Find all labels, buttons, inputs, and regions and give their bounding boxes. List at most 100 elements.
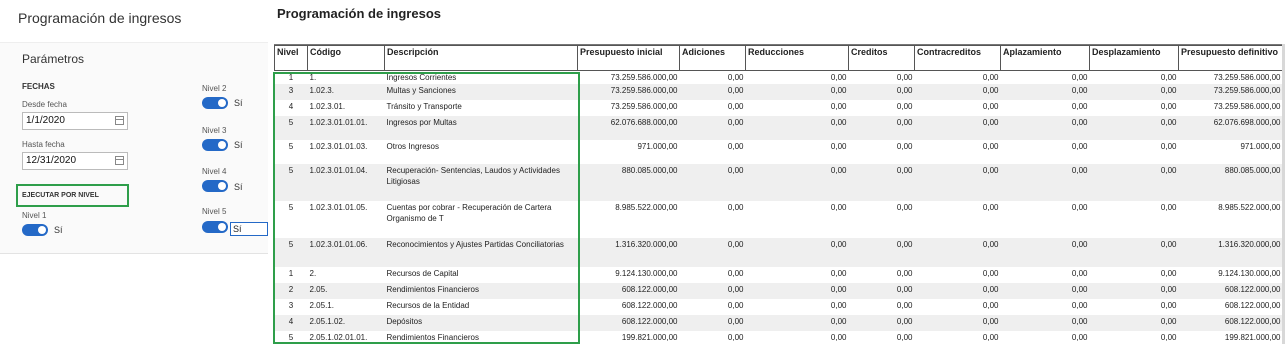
calendar-icon[interactable] bbox=[115, 156, 124, 165]
cell-creditos: 0,00 bbox=[848, 84, 915, 100]
cell-definitivo: 73.259.586.000,00 bbox=[1213, 102, 1281, 111]
nivel-3-toggle[interactable] bbox=[202, 139, 228, 151]
cell-nivel: 3 bbox=[288, 301, 294, 310]
nivel-1-toggle[interactable] bbox=[22, 224, 48, 236]
cell-aplazamiento: 0,00 bbox=[1000, 84, 1090, 100]
cell-descripcion: Recuperación- Sentencias, Laudos y Activ… bbox=[384, 164, 578, 201]
cell-definitivo: 608.122.000,00 bbox=[1178, 283, 1282, 299]
cell-aplazamiento: 0,00 bbox=[1071, 73, 1088, 82]
cell-nivel: 5 bbox=[288, 203, 294, 212]
col-header-adiciones: Adiciones bbox=[679, 45, 746, 71]
cell-creditos: 0,00 bbox=[896, 269, 913, 278]
cell-desplazamiento: 0,00 bbox=[1089, 238, 1179, 267]
nivel-2-label: Nivel 2 bbox=[202, 84, 227, 93]
cell-inicial: 73.259.586.000,00 bbox=[610, 73, 678, 82]
cell-reducciones: 0,00 bbox=[830, 333, 847, 342]
cell-creditos: 0,00 bbox=[848, 283, 915, 299]
nivel-4-label: Nivel 4 bbox=[202, 167, 227, 176]
cell-nivel: 4 bbox=[288, 102, 294, 111]
cell-adiciones: 0,00 bbox=[727, 301, 744, 310]
cell-adiciones: 0,00 bbox=[727, 203, 744, 212]
nivel-4-toggle[interactable] bbox=[202, 180, 228, 192]
cell-desplazamiento: 0,00 bbox=[1160, 269, 1177, 278]
cell-nivel: 5 bbox=[288, 333, 294, 342]
cell-descripcion: Ingresos Corrientes bbox=[386, 73, 457, 82]
table-row[interactable]: 5 1.02.3.01.01.03. Otros Ingresos 971.000,0… bbox=[275, 140, 1283, 164]
cell-creditos: 0,00 bbox=[896, 142, 913, 151]
cell-definitivo: 8.985.522.000,00 bbox=[1218, 203, 1281, 212]
cell-codigo: 1.02.3.01.01.03. bbox=[309, 142, 368, 151]
cell-definitivo: 73.259.586.000,00 bbox=[1213, 73, 1281, 82]
nivel-2-value: Sí bbox=[234, 98, 243, 108]
cell-inicial: 1.316.320.000,00 bbox=[577, 238, 680, 267]
report-table-container[interactable]: Nivel Código Descripción Presupuesto ini… bbox=[274, 44, 1282, 345]
cell-definitivo: 62.076.698.000,00 bbox=[1178, 116, 1282, 140]
nivel-3-value: Sí bbox=[234, 140, 243, 150]
cell-descripcion: Reconocimientos y Ajustes Partidas Conci… bbox=[384, 238, 578, 267]
cell-definitivo: 199.821.000,00 bbox=[1224, 333, 1281, 342]
cell-inicial: 73.259.586.000,00 bbox=[577, 84, 680, 100]
cell-descripcion: Tránsito y Transporte bbox=[386, 102, 462, 111]
cell-codigo: 2.05.1.02.01.01. bbox=[309, 333, 368, 342]
table-row[interactable]: 4 1.02.3.01. Tránsito y Transporte 73.259.5… bbox=[275, 100, 1283, 116]
table-row[interactable]: 5 1.02.3.01.01.05. Cuentas por cobrar - Re… bbox=[275, 201, 1283, 238]
calendar-icon[interactable] bbox=[115, 116, 124, 125]
cell-reducciones: 0,00 bbox=[745, 116, 849, 140]
cell-creditos: 0,00 bbox=[848, 116, 915, 140]
col-header-desplazamiento: Desplazamiento bbox=[1089, 45, 1179, 71]
cell-descripcion: Rendimientos Financieros bbox=[386, 333, 480, 342]
nivel-5-toggle[interactable] bbox=[202, 221, 228, 233]
cell-creditos: 0,00 bbox=[896, 301, 913, 310]
cell-creditos: 0,00 bbox=[848, 238, 915, 267]
table-row[interactable]: 4 2.05.1.02. Depósitos 608.122.000,00 0,00 0,… bbox=[274, 315, 1282, 331]
cell-inicial: 971.000,00 bbox=[637, 142, 678, 151]
cell-reducciones: 0,00 bbox=[745, 283, 849, 299]
col-header-contracreditos: Contracreditos bbox=[914, 45, 1001, 71]
nivel-1-label: Nivel 1 bbox=[22, 211, 47, 220]
hasta-fecha-input[interactable]: 12/31/2020 bbox=[22, 152, 128, 170]
table-row[interactable]: 3 1.02.3. Multas y Sanciones 73.259.586.000… bbox=[274, 84, 1282, 100]
fechas-label: FECHAS bbox=[22, 82, 55, 91]
cell-contracreditos: 0,00 bbox=[914, 283, 1001, 299]
cell-aplazamiento: 0,00 bbox=[1000, 315, 1090, 331]
cell-contracreditos: 0,00 bbox=[914, 116, 1001, 140]
cell-descripcion: Rendimientos Financieros bbox=[384, 283, 578, 299]
cell-codigo: 1.02.3.01.01.01. bbox=[307, 116, 385, 140]
cell-reducciones: 0,00 bbox=[745, 315, 849, 331]
table-row[interactable]: 2 2.05. Rendimientos Financieros 608.122.00… bbox=[274, 283, 1282, 299]
cell-definitivo: 608.122.000,00 bbox=[1224, 301, 1281, 310]
cell-descripcion: Multas y Sanciones bbox=[384, 84, 578, 100]
cell-desplazamiento: 0,00 bbox=[1160, 102, 1177, 111]
table-row[interactable]: 3 2.05.1. Recursos de la Entidad 608.122.00… bbox=[275, 299, 1283, 315]
table-row[interactable]: 1 1. Ingresos Corrientes 73.259.586.000,00 0… bbox=[275, 71, 1283, 85]
cell-adiciones: 0,00 bbox=[727, 269, 744, 278]
cell-creditos: 0,00 bbox=[848, 315, 915, 331]
cell-aplazamiento: 0,00 bbox=[1071, 301, 1088, 310]
cell-adiciones: 0,00 bbox=[679, 164, 746, 201]
cell-desplazamiento: 0,00 bbox=[1160, 333, 1177, 342]
cell-reducciones: 0,00 bbox=[830, 102, 847, 111]
cell-inicial: 9.124.130.000,00 bbox=[615, 269, 678, 278]
cell-reducciones: 0,00 bbox=[830, 269, 847, 278]
cell-aplazamiento: 0,00 bbox=[1000, 164, 1090, 201]
table-row[interactable]: 5 1.02.3.01.01.01. Ingresos por Multas 62.0… bbox=[274, 116, 1282, 140]
cell-definitivo: 1.316.320.000,00 bbox=[1178, 238, 1282, 267]
nivel-2-toggle[interactable] bbox=[202, 97, 228, 109]
cell-codigo: 2.05.1. bbox=[309, 301, 334, 310]
cell-desplazamiento: 0,00 bbox=[1160, 301, 1177, 310]
cell-definitivo: 9.124.130.000,00 bbox=[1218, 269, 1281, 278]
desde-fecha-input[interactable]: 1/1/2020 bbox=[22, 112, 128, 130]
cell-descripcion: Cuentas por cobrar - Recuperación de Car… bbox=[386, 203, 552, 223]
cell-creditos: 0,00 bbox=[896, 203, 913, 212]
cell-codigo: 1.02.3. bbox=[307, 84, 385, 100]
table-row[interactable]: 5 1.02.3.01.01.04. Recuperación- Sentencia… bbox=[274, 164, 1282, 201]
nivel-5-value[interactable]: Sí bbox=[230, 222, 268, 236]
cell-inicial: 608.122.000,00 bbox=[621, 301, 678, 310]
table-row[interactable]: 5 2.05.1.02.01.01. Rendimientos Financiero… bbox=[275, 331, 1283, 345]
cell-aplazamiento: 0,00 bbox=[1071, 102, 1088, 111]
cell-aplazamiento: 0,00 bbox=[1071, 333, 1088, 342]
col-header-descripcion: Descripción bbox=[384, 45, 578, 71]
table-row[interactable]: 1 2. Recursos de Capital 9.124.130.000,00 0,… bbox=[275, 267, 1283, 283]
table-row[interactable]: 5 1.02.3.01.01.06. Reconocimientos y Ajust… bbox=[274, 238, 1282, 267]
cell-reducciones: 0,00 bbox=[830, 301, 847, 310]
